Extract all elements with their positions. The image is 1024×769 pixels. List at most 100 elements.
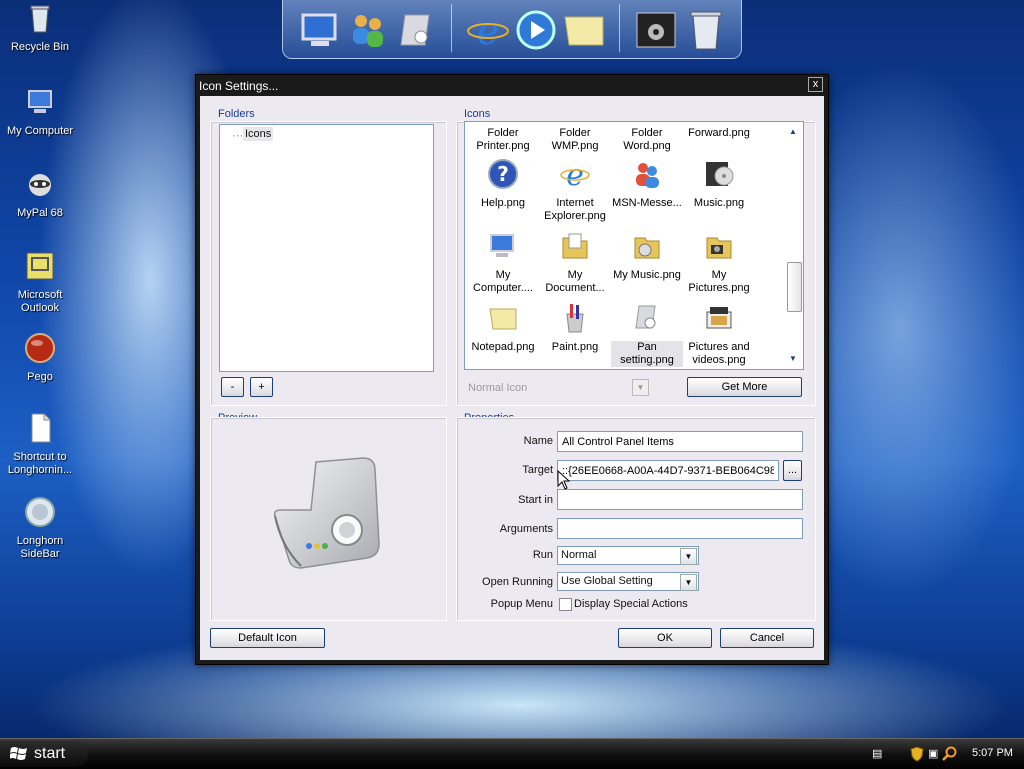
tree-connector: ⋯ [232, 130, 243, 142]
icon-item-label: Folder WMP.png [551, 127, 599, 152]
documents-icon [562, 233, 588, 259]
cancel-button[interactable]: Cancel [720, 628, 814, 648]
scrollbar-thumb[interactable] [787, 262, 802, 312]
add-folder-button[interactable]: + [250, 377, 273, 397]
mouse-cursor-icon [557, 470, 571, 490]
run-select-value: Normal [561, 549, 597, 561]
dock-control-panel-icon[interactable] [633, 7, 679, 53]
icon-item[interactable]: Notepad.png [467, 302, 539, 354]
icon-item[interactable]: My Music.png [611, 230, 683, 282]
paint-icon [566, 304, 584, 333]
tree-item-icons[interactable]: Icons [243, 127, 274, 141]
icon-item[interactable]: My Pictures.png [683, 230, 755, 295]
icon-item-label: My Computer.... [473, 269, 533, 294]
help-icon: ? [488, 159, 518, 189]
icon-item-label: My Music.png [613, 269, 681, 281]
start-in-input[interactable] [557, 489, 803, 510]
scroll-up-icon[interactable]: ▲ [789, 127, 797, 136]
file-shortcut-icon [31, 413, 51, 443]
network-icon[interactable]: ▣ [928, 747, 938, 760]
display-special-actions-checkbox[interactable] [559, 598, 572, 611]
dock-recycle-bin-icon[interactable] [683, 7, 729, 53]
close-button[interactable]: x [808, 77, 823, 92]
dock-computer-icon[interactable] [297, 7, 343, 53]
desktop-icon-pego[interactable]: Pego [2, 332, 78, 384]
icon-item[interactable]: Music.png [683, 158, 755, 210]
icons-grid[interactable]: Folder Printer.png Folder WMP.png Folder… [464, 121, 804, 370]
icon-item-label: Notepad.png [471, 341, 535, 353]
get-more-button[interactable]: Get More [687, 377, 802, 397]
pictures-videos-icon [706, 307, 732, 329]
dock-separator [619, 4, 620, 52]
search-icon[interactable] [942, 746, 957, 761]
preview-panel [210, 417, 447, 621]
icon-item[interactable]: Folder Word.png [611, 127, 683, 153]
security-shield-icon[interactable] [910, 746, 924, 762]
keyboard-icon[interactable]: ▤ [872, 747, 882, 760]
browse-target-button[interactable]: ... [783, 460, 802, 481]
pan-setting-icon [635, 305, 656, 329]
windows-logo-icon [10, 747, 27, 760]
icon-item-selected[interactable]: Pan setting.png [611, 302, 683, 367]
clock[interactable]: 5:07 PM [972, 747, 1013, 759]
icon-item-label: My Pictures.png [688, 269, 750, 294]
desktop-icon-shortcut[interactable]: Shortcut to Longhornin... [2, 412, 78, 477]
icon-item-label: Paint.png [551, 341, 599, 353]
icon-item[interactable]: Forward.png [683, 127, 755, 140]
computer-icon [490, 234, 514, 257]
icon-item[interactable]: My Computer.... [467, 230, 539, 295]
dialog-titlebar[interactable]: Icon Settings... x [196, 75, 828, 95]
desktop-icon-outlook[interactable]: Microsoft Outlook [2, 250, 78, 315]
icon-item[interactable]: Paint.png [539, 302, 611, 354]
icon-item[interactable]: Folder WMP.png [539, 127, 611, 153]
control-panel-large-icon [273, 457, 380, 569]
target-input[interactable] [557, 460, 779, 481]
msn-icon [636, 163, 659, 188]
run-select[interactable]: Normal ▼ [557, 546, 699, 565]
icon-item-label: Folder Word.png [623, 127, 671, 152]
icon-item[interactable]: My Document... [539, 230, 611, 295]
desktop-icon-sidebar[interactable]: Longhorn SideBar [2, 496, 78, 561]
arguments-label: Arguments [499, 523, 553, 535]
open-running-label: Open Running [482, 576, 553, 588]
icon-item-label: Help.png [480, 197, 526, 209]
chevron-down-icon[interactable]: ▼ [680, 548, 697, 565]
icon-item[interactable]: e Internet Explorer.png [539, 158, 611, 223]
view-mode-dropdown-icon[interactable]: ▼ [632, 379, 649, 396]
desktop-icon-recycle-bin[interactable]: Recycle Bin [2, 2, 78, 54]
desktop-icon-label: Shortcut to Longhornin... [7, 451, 73, 476]
dock-users-icon[interactable] [345, 7, 391, 53]
dock-ie-icon[interactable]: e [465, 7, 511, 53]
remove-folder-button[interactable]: - [221, 377, 244, 397]
icons-scrollbar[interactable]: ▲ ▼ [786, 122, 803, 369]
dock-media-player-icon[interactable] [513, 7, 559, 53]
scroll-down-icon[interactable]: ▼ [789, 354, 797, 363]
folders-group-title: Folders [218, 108, 255, 120]
icon-item[interactable]: MSN-Messe... [611, 158, 683, 210]
open-running-select[interactable]: Use Global Setting ▼ [557, 572, 699, 591]
folder-tree[interactable]: ⋯ Icons [219, 124, 434, 372]
desktop-icon-mypal[interactable]: MyPal 68 [2, 168, 78, 220]
icon-item[interactable]: Folder Printer.png [467, 127, 539, 153]
svg-text:e: e [477, 9, 500, 53]
name-label: Name [523, 435, 553, 447]
default-icon-button[interactable]: Default Icon [210, 628, 325, 648]
dock-notepad-icon[interactable] [561, 7, 607, 53]
name-input[interactable] [557, 431, 803, 452]
icon-item[interactable]: ? Help.png [467, 158, 539, 210]
icon-item-label: Music.png [693, 197, 745, 209]
dialog-client-area: Folders ⋯ Icons - + Icons Folder Printer… [200, 96, 824, 660]
desktop-icon-label: Longhorn SideBar [16, 535, 64, 560]
arguments-input[interactable] [557, 518, 803, 539]
dock-settings-icon[interactable] [395, 7, 441, 53]
start-button[interactable]: start [0, 741, 88, 767]
sidebar-orb-icon [25, 497, 55, 527]
desktop-icon-label: MyPal 68 [17, 207, 63, 219]
icon-item[interactable]: Pictures and videos.png [683, 302, 755, 367]
start-label: start [34, 745, 66, 762]
recycle-bin-icon [30, 5, 50, 33]
outlook-icon [26, 252, 54, 280]
desktop-icon-my-computer[interactable]: My Computer [2, 86, 78, 138]
ok-button[interactable]: OK [618, 628, 712, 648]
chevron-down-icon[interactable]: ▼ [680, 574, 697, 591]
